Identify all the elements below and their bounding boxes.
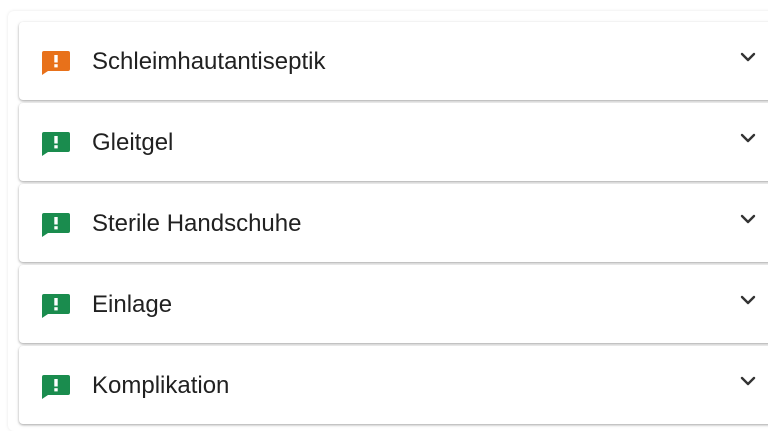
- chevron-down-icon[interactable]: [739, 50, 757, 64]
- panel-schleimhautantiseptik[interactable]: Schleimhautantiseptik: [19, 22, 768, 100]
- panel-einlage[interactable]: Einlage: [19, 265, 768, 343]
- panel-sterile-handschuhe[interactable]: Sterile Handschuhe: [19, 184, 768, 262]
- panel-gleitgel[interactable]: Gleitgel: [19, 103, 768, 181]
- panel-label: Sterile Handschuhe: [92, 210, 302, 237]
- panel-label: Gleitgel: [92, 129, 174, 156]
- feedback-ok-icon: [42, 294, 70, 318]
- chevron-down-icon[interactable]: [739, 374, 757, 388]
- feedback-warning-icon: [42, 51, 70, 75]
- panel-label: Komplikation: [92, 372, 230, 399]
- accordion-list: Schleimhautantiseptik Gleitgel Sterile H…: [19, 22, 768, 427]
- feedback-ok-icon: [42, 132, 70, 156]
- panel-label: Schleimhautantiseptik: [92, 48, 326, 75]
- chevron-down-icon[interactable]: [739, 212, 757, 226]
- chevron-down-icon[interactable]: [739, 131, 757, 145]
- panel-komplikation[interactable]: Komplikation: [19, 346, 768, 424]
- feedback-ok-icon: [42, 213, 70, 237]
- feedback-ok-icon: [42, 375, 70, 399]
- chevron-down-icon[interactable]: [739, 293, 757, 307]
- panel-label: Einlage: [92, 291, 173, 318]
